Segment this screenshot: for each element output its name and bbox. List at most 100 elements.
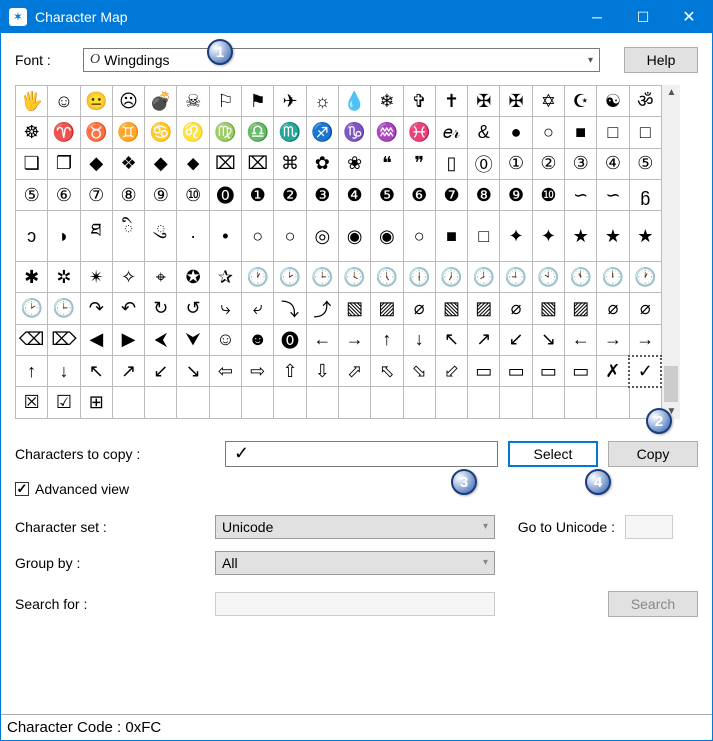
char-cell[interactable]: ▨ — [565, 293, 597, 324]
char-cell[interactable]: 🕚 — [565, 262, 597, 293]
char-cell[interactable]: ⬁ — [371, 356, 403, 387]
char-cell[interactable]: ✲ — [48, 262, 80, 293]
char-cell[interactable]: ♉ — [80, 117, 112, 148]
char-cell[interactable]: 🕕 — [403, 262, 435, 293]
char-cell[interactable]: ♒ — [371, 117, 403, 148]
char-cell[interactable]: ✦ — [532, 211, 564, 262]
char-cell[interactable]: ⤴ — [306, 293, 338, 324]
char-cell[interactable]: → — [629, 324, 661, 355]
char-cell[interactable]: ᵷ — [629, 179, 661, 210]
char-cell[interactable]: ⌦ — [48, 324, 80, 355]
char-cell[interactable] — [145, 387, 177, 418]
char-cell[interactable]: 🕐 — [629, 262, 661, 293]
char-cell[interactable]: ♎ — [242, 117, 274, 148]
char-cell[interactable]: □ — [597, 117, 629, 148]
char-cell[interactable]: ↘ — [532, 324, 564, 355]
char-cell[interactable]: ▭ — [532, 356, 564, 387]
char-cell[interactable]: ⌖ — [145, 262, 177, 293]
char-cell[interactable] — [435, 387, 467, 418]
char-cell[interactable]: ⇧ — [274, 356, 306, 387]
char-cell[interactable]: ✞ — [403, 86, 435, 117]
char-cell[interactable]: ⬥ — [177, 148, 209, 179]
char-cell[interactable]: ⌧ — [209, 148, 241, 179]
search-input[interactable] — [215, 592, 495, 616]
char-cell[interactable]: ❏ — [16, 148, 48, 179]
char-cell[interactable]: ⑤ — [629, 148, 661, 179]
char-cell[interactable] — [403, 387, 435, 418]
char-cell[interactable]: ♋ — [145, 117, 177, 148]
char-cell[interactable]: ⑨ — [145, 179, 177, 210]
char-cell[interactable]: ❷ — [274, 179, 306, 210]
char-cell[interactable]: 🕒 — [306, 262, 338, 293]
char-cell[interactable]: ✴ — [80, 262, 112, 293]
char-cell[interactable]: ↓ — [403, 324, 435, 355]
char-cell[interactable]: ⓿ — [274, 324, 306, 355]
char-cell[interactable]: ⊞ — [80, 387, 112, 418]
char-cell[interactable]: ↙ — [145, 356, 177, 387]
char-cell[interactable]: ✠ — [468, 86, 500, 117]
char-cell[interactable]: 🖐 — [16, 86, 48, 117]
char-cell[interactable]: ᴐ — [16, 211, 48, 262]
char-cell[interactable] — [371, 387, 403, 418]
char-cell[interactable] — [565, 387, 597, 418]
char-cell[interactable]: 🕛 — [597, 262, 629, 293]
char-cell[interactable]: ☪ — [565, 86, 597, 117]
char-cell[interactable]: ⌘ — [274, 148, 306, 179]
char-cell[interactable]: ❞ — [403, 148, 435, 179]
char-cell[interactable]: ⌫ — [16, 324, 48, 355]
char-cell[interactable]: ❶ — [242, 179, 274, 210]
char-cell[interactable]: ○ — [242, 211, 274, 262]
char-cell[interactable]: ❾ — [500, 179, 532, 210]
char-cell[interactable]: 🕓 — [338, 262, 370, 293]
char-cell[interactable] — [468, 387, 500, 418]
char-cell[interactable]: ✈ — [274, 86, 306, 117]
char-cell[interactable]: ☠ — [177, 86, 209, 117]
char-cell[interactable]: ♈ — [48, 117, 80, 148]
char-cell[interactable]: ↷ — [80, 293, 112, 324]
char-cell[interactable]: ◎ — [306, 211, 338, 262]
select-button[interactable]: Select — [508, 441, 598, 467]
char-cell[interactable]: ཐ — [80, 211, 112, 262]
char-cell[interactable]: ✓ — [629, 356, 661, 387]
char-cell[interactable]: → — [338, 324, 370, 355]
char-cell[interactable]: ▭ — [565, 356, 597, 387]
char-cell[interactable]: ↘ — [177, 356, 209, 387]
char-cell[interactable]: ♐ — [306, 117, 338, 148]
char-cell[interactable]: ▶ — [112, 324, 144, 355]
char-cell[interactable]: 🕑 — [16, 293, 48, 324]
char-cell[interactable] — [112, 387, 144, 418]
char-cell[interactable]: ⓪ — [468, 148, 500, 179]
font-combo[interactable]: O Wingdings ▾ — [83, 48, 600, 72]
char-cell[interactable]: ✝ — [435, 86, 467, 117]
groupby-combo[interactable]: All▾ — [215, 551, 495, 575]
char-cell[interactable]: ☻ — [242, 324, 274, 355]
char-cell[interactable]: ⌀ — [500, 293, 532, 324]
char-cell[interactable]: ④ — [597, 148, 629, 179]
char-cell[interactable]: ♍ — [209, 117, 241, 148]
char-cell[interactable]: ི — [112, 211, 144, 262]
char-cell[interactable]: ■ — [565, 117, 597, 148]
char-cell[interactable]: ↓ — [48, 356, 80, 387]
chars-to-copy-input[interactable]: ✓ — [225, 441, 498, 467]
char-cell[interactable]: 🕑 — [274, 262, 306, 293]
char-cell[interactable]: ❺ — [371, 179, 403, 210]
char-cell[interactable]: ☒ — [16, 387, 48, 418]
char-cell[interactable]: ■ — [435, 211, 467, 262]
char-cell[interactable]: ♌ — [177, 117, 209, 148]
char-cell[interactable]: ✦ — [500, 211, 532, 262]
char-cell[interactable]: ← — [565, 324, 597, 355]
char-cell[interactable]: ⌀ — [597, 293, 629, 324]
char-cell[interactable]: & — [468, 117, 500, 148]
char-cell[interactable]: ✧ — [112, 262, 144, 293]
char-cell[interactable]: ⌀ — [403, 293, 435, 324]
char-cell[interactable]: ↶ — [112, 293, 144, 324]
char-cell[interactable]: 😐 — [80, 86, 112, 117]
char-cell[interactable]: ⤷ — [209, 293, 241, 324]
char-cell[interactable]: ☺ — [209, 324, 241, 355]
char-cell[interactable]: ③ — [565, 148, 597, 179]
char-cell[interactable]: ⇦ — [209, 356, 241, 387]
char-cell[interactable] — [597, 387, 629, 418]
char-cell[interactable]: ☸ — [16, 117, 48, 148]
scroll-thumb[interactable] — [664, 366, 678, 402]
char-cell[interactable]: ☹ — [112, 86, 144, 117]
